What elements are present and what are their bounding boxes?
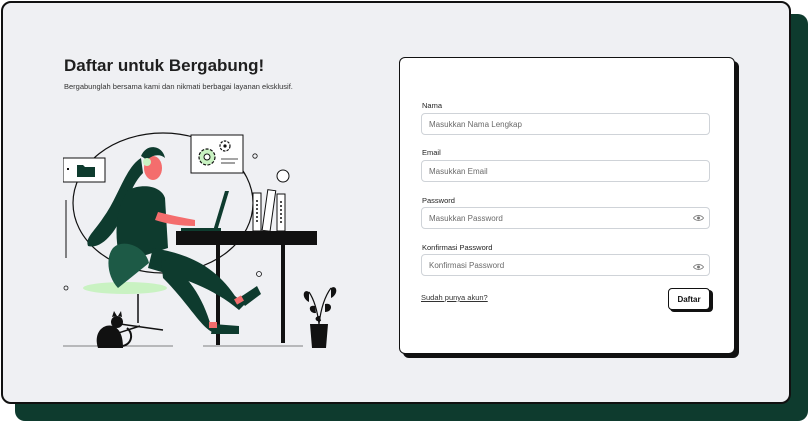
name-label: Nama bbox=[422, 101, 443, 110]
email-input[interactable] bbox=[421, 160, 710, 182]
page-title: Daftar untuk Bergabung! bbox=[64, 56, 265, 75]
signup-illustration bbox=[63, 132, 337, 348]
password-label: Password bbox=[422, 196, 455, 205]
cat-icon bbox=[96, 311, 133, 348]
signup-form: Nama Email Password Konfirmasi Password … bbox=[399, 57, 735, 354]
submit-button[interactable]: Daftar bbox=[668, 288, 710, 310]
confirm-password-label: Konfirmasi Password bbox=[422, 243, 493, 252]
password-input[interactable] bbox=[421, 207, 710, 229]
eye-icon[interactable] bbox=[693, 214, 704, 222]
gear-card-icon bbox=[190, 134, 244, 174]
confirm-password-input[interactable] bbox=[421, 254, 710, 276]
binders-icon bbox=[252, 189, 286, 232]
page-frame: Daftar untuk Bergabung! Bergabunglah ber… bbox=[1, 1, 791, 404]
plant-icon bbox=[303, 287, 337, 348]
email-label: Email bbox=[422, 148, 441, 157]
eye-icon[interactable] bbox=[693, 263, 704, 271]
login-link[interactable]: Sudah punya akun? bbox=[421, 293, 488, 302]
folder-card-icon bbox=[63, 157, 106, 183]
page-subtitle: Bergabunglah bersama kami dan nikmati be… bbox=[64, 82, 293, 91]
name-input[interactable] bbox=[421, 113, 710, 135]
